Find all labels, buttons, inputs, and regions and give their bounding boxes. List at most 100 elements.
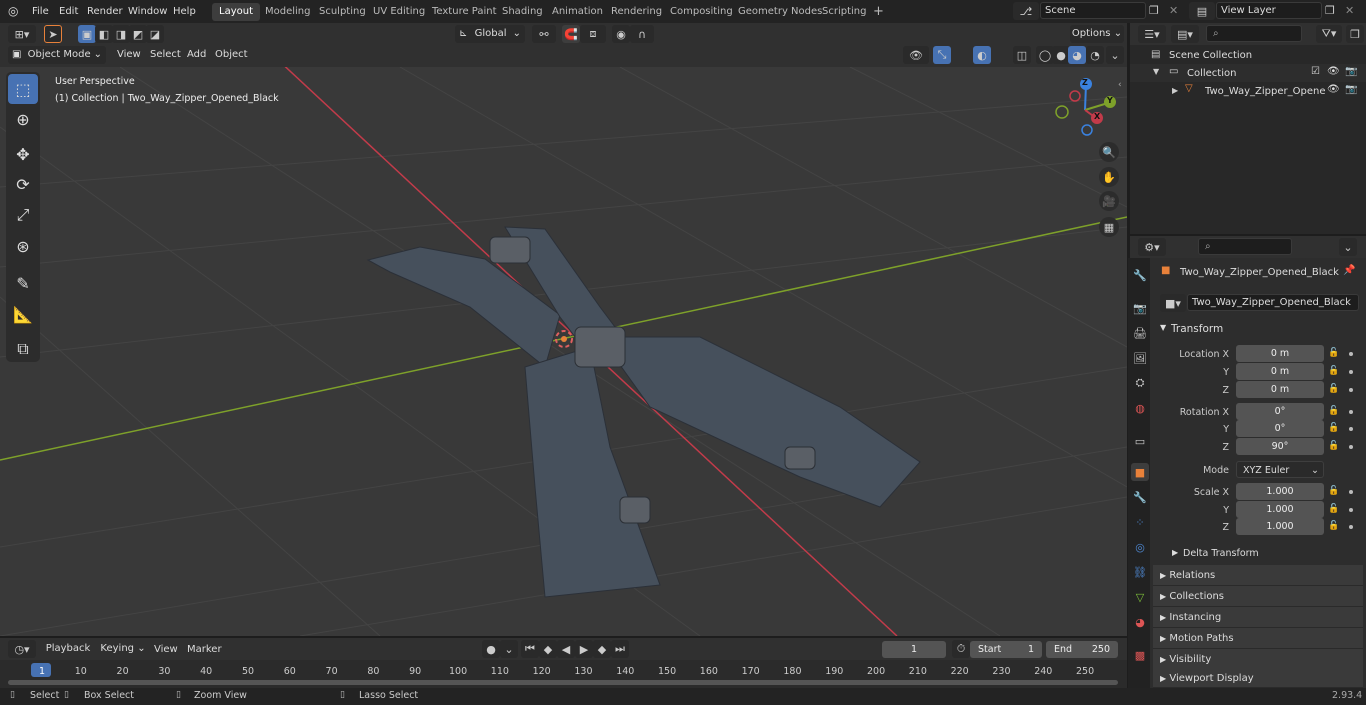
new-view-layer-icon[interactable]: ❐: [1325, 4, 1335, 17]
transform-orientation-dropdown[interactable]: ⊾ Global ⌄: [455, 25, 525, 43]
editor-type-icon[interactable]: ⊞▾: [8, 25, 36, 43]
play-reverse-icon[interactable]: ◀: [557, 640, 575, 658]
sidebar-toggle-icon[interactable]: ‹: [1118, 80, 1122, 90]
panel-collections[interactable]: ▶ Collections: [1153, 586, 1363, 607]
texture-tab-icon[interactable]: ▩: [1131, 646, 1149, 664]
lock-icon[interactable]: 🔓: [1328, 521, 1339, 531]
scale-x-field[interactable]: 1.000: [1236, 483, 1324, 500]
collection-tab-icon[interactable]: ▭: [1131, 432, 1149, 450]
select-box-tool-icon[interactable]: ⬚: [8, 74, 38, 104]
material-tab-icon[interactable]: ◕: [1131, 613, 1149, 631]
expand-icon[interactable]: ▼: [1153, 67, 1159, 76]
gizmo-toggle-icon[interactable]: ⤡: [933, 46, 951, 64]
tab-compositing[interactable]: Compositing: [663, 3, 740, 21]
tab-uv-editing[interactable]: UV Editing: [366, 3, 432, 21]
lock-icon[interactable]: 🔓: [1328, 406, 1339, 416]
timeline-keying-menu[interactable]: Keying ⌄: [100, 640, 146, 658]
viewport-menu-select[interactable]: Select: [145, 46, 186, 63]
select-invert-icon[interactable]: ◩: [129, 25, 147, 43]
tab-layout[interactable]: Layout: [212, 3, 260, 21]
eye-icon[interactable]: 👁: [1327, 84, 1340, 95]
rotation-z-field[interactable]: 90°: [1236, 438, 1324, 455]
keyframe-dot-icon[interactable]: [1349, 445, 1353, 449]
properties-editor-type-icon[interactable]: ⚙▾: [1138, 238, 1166, 256]
transform-panel-header[interactable]: ▼ Transform: [1153, 320, 1363, 338]
view-layer-tab-icon[interactable]: 🖼: [1131, 349, 1149, 367]
navigation-gizmo[interactable]: Z Y X: [1050, 75, 1120, 145]
select-intersect-icon[interactable]: ◪: [146, 25, 164, 43]
scale-z-field[interactable]: 1.000: [1236, 518, 1324, 535]
particles-tab-icon[interactable]: ⁘: [1131, 513, 1149, 531]
keyframe-dot-icon[interactable]: [1349, 508, 1353, 512]
keyframe-dot-icon[interactable]: [1349, 427, 1353, 431]
new-scene-icon[interactable]: ❐: [1149, 4, 1159, 17]
rendered-shading-icon[interactable]: ◔: [1086, 46, 1104, 64]
record-options-icon[interactable]: ⌄: [500, 640, 518, 658]
panel-relations[interactable]: ▶ Relations: [1153, 565, 1363, 586]
lock-icon[interactable]: 🔓: [1328, 486, 1339, 496]
keyframe-dot-icon[interactable]: [1349, 525, 1353, 529]
keyframe-dot-icon[interactable]: [1349, 388, 1353, 392]
measure-tool-icon[interactable]: 📐: [8, 299, 38, 329]
physics-tab-icon[interactable]: ◎: [1131, 538, 1149, 556]
rotation-mode-dropdown[interactable]: XYZ Euler ⌄: [1236, 461, 1324, 478]
scale-tool-icon[interactable]: ⤢: [8, 200, 38, 230]
scene-field[interactable]: Scene: [1040, 2, 1146, 19]
location-x-field[interactable]: 0 m: [1236, 345, 1324, 362]
delta-transform-subpanel[interactable]: ▶ Delta Transform: [1160, 545, 1360, 561]
end-frame-field[interactable]: End 250: [1046, 641, 1118, 658]
current-frame-field[interactable]: 1: [882, 641, 946, 658]
overlay-toggle-icon[interactable]: ◐: [973, 46, 991, 64]
pin-icon[interactable]: 📌: [1343, 265, 1355, 276]
proportional-falloff-icon[interactable]: ∩: [630, 25, 654, 43]
timeline-view-menu[interactable]: View: [149, 641, 183, 658]
menu-render[interactable]: Render: [82, 3, 128, 20]
tab-rendering[interactable]: Rendering: [604, 3, 669, 21]
lock-icon[interactable]: 🔓: [1328, 366, 1339, 376]
object-name-field[interactable]: Two_Way_Zipper_Opened_Black: [1187, 294, 1359, 311]
tab-shading[interactable]: Shading: [495, 3, 550, 21]
properties-search-input[interactable]: ⌕: [1198, 238, 1292, 255]
scale-y-field[interactable]: 1.000: [1236, 501, 1324, 518]
pivot-point-icon[interactable]: ⚯: [532, 25, 556, 43]
filter-icon[interactable]: ⛛▾: [1316, 25, 1342, 43]
perspective-toggle-icon[interactable]: ▦: [1099, 217, 1119, 237]
data-tab-icon[interactable]: ▽: [1131, 588, 1149, 606]
pan-view-icon[interactable]: ✋: [1099, 167, 1119, 187]
tab-modeling[interactable]: Modeling: [258, 3, 318, 21]
viewport-menu-object[interactable]: Object: [210, 46, 253, 63]
menu-file[interactable]: File: [27, 3, 54, 20]
tab-scripting[interactable]: Scripting: [815, 3, 873, 21]
panel-motion-paths[interactable]: ▶ Motion Paths: [1153, 628, 1363, 649]
scene-icon[interactable]: ⎇: [1013, 2, 1039, 20]
move-tool-icon[interactable]: ✥: [8, 139, 38, 169]
rotation-x-field[interactable]: 0°: [1236, 403, 1324, 420]
start-frame-field[interactable]: Start 1: [970, 641, 1042, 658]
keyframe-dot-icon[interactable]: [1349, 370, 1353, 374]
panel-instancing[interactable]: ▶ Instancing: [1153, 607, 1363, 628]
tab-animation[interactable]: Animation: [545, 3, 610, 21]
snap-icon[interactable]: 🧲: [562, 25, 580, 43]
jump-end-icon[interactable]: ⏭: [611, 640, 629, 658]
camera-icon[interactable]: 📷: [1345, 66, 1357, 77]
close-scene-icon[interactable]: ✕: [1169, 4, 1178, 17]
visibility-icon[interactable]: 👁: [903, 46, 929, 64]
outliner-search-input[interactable]: ⌕: [1206, 25, 1302, 42]
rotate-tool-icon[interactable]: ⟳: [8, 169, 38, 199]
prev-keyframe-icon[interactable]: ◆: [539, 640, 557, 658]
timeline-editor-type-icon[interactable]: ◷▾: [8, 640, 36, 658]
snap-target-icon[interactable]: ⧈: [580, 25, 606, 43]
checkbox-icon[interactable]: ☑: [1311, 66, 1320, 77]
properties-options-icon[interactable]: ⌄: [1339, 238, 1357, 256]
options-dropdown[interactable]: Options ⌄: [1070, 25, 1124, 43]
lock-icon[interactable]: 🔓: [1328, 384, 1339, 394]
next-keyframe-icon[interactable]: ◆: [593, 640, 611, 658]
object-type-dropdown[interactable]: ■▾: [1160, 294, 1186, 312]
lock-icon[interactable]: 🔓: [1328, 441, 1339, 451]
jump-start-icon[interactable]: ⏮: [521, 640, 539, 658]
shading-options-icon[interactable]: ⌄: [1106, 46, 1124, 64]
location-y-field[interactable]: 0 m: [1236, 363, 1324, 380]
keyframe-dot-icon[interactable]: [1349, 490, 1353, 494]
play-icon[interactable]: ▶: [575, 640, 593, 658]
camera-icon[interactable]: 📷: [1345, 84, 1357, 95]
